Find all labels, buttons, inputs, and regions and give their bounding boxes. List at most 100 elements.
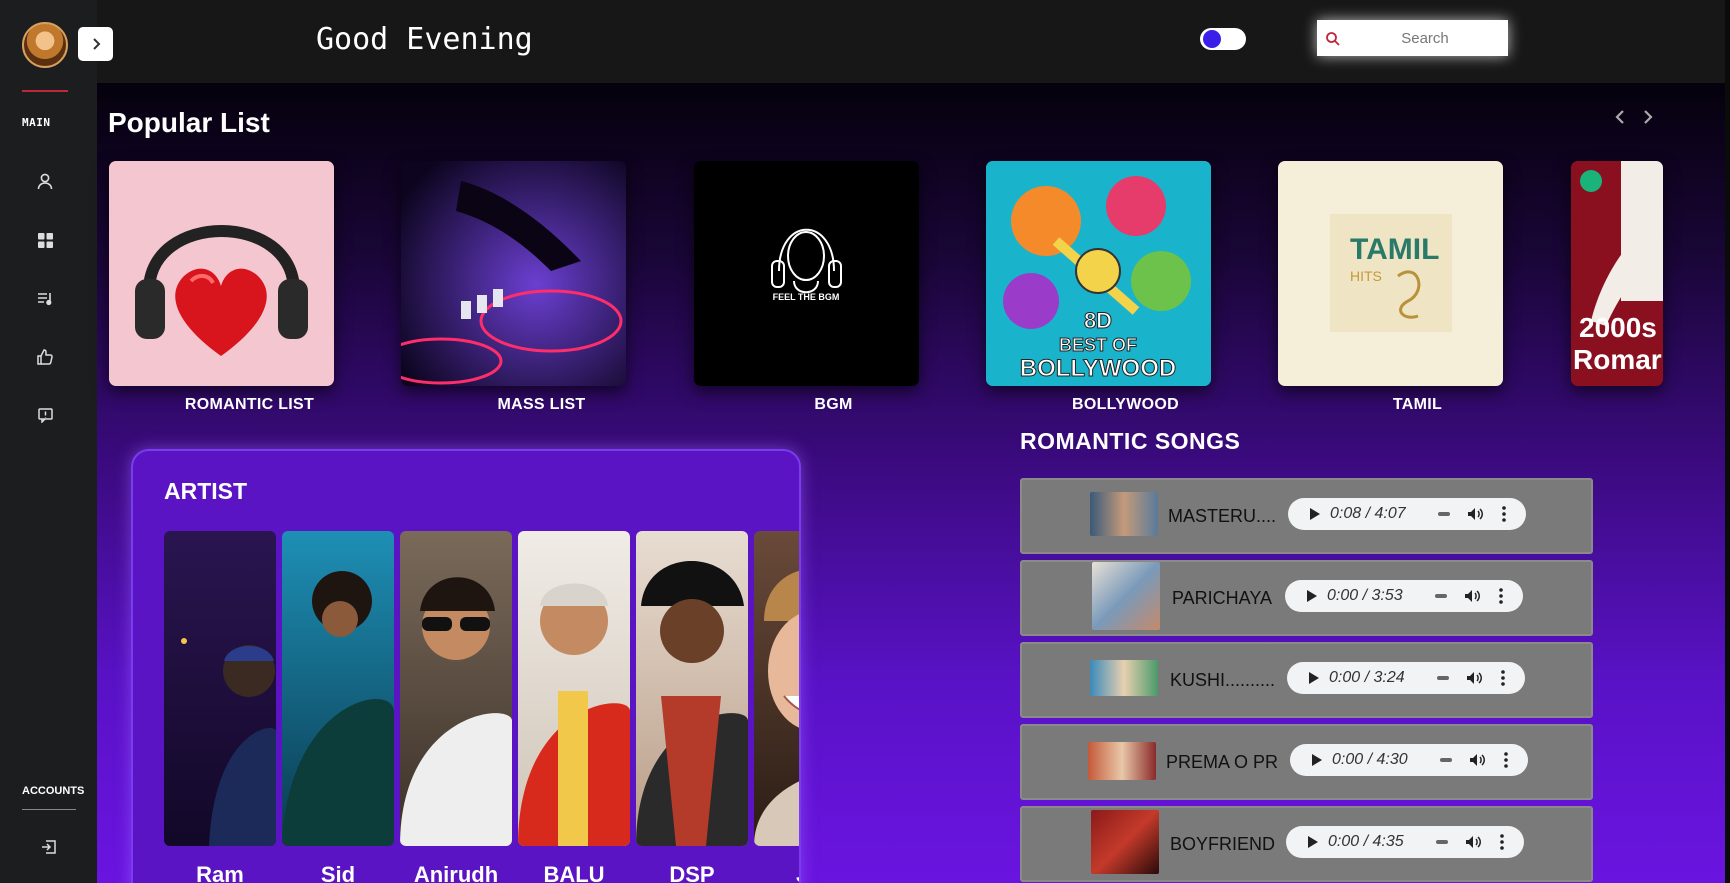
- seek-slider[interactable]: [1437, 676, 1449, 680]
- bgm-art-text: FEEL THE BGM: [773, 292, 840, 302]
- tamil-art-title: TAMIL: [1350, 233, 1439, 266]
- bollywood-art-title: BOLLYWOOD: [1020, 355, 1176, 382]
- seek-slider[interactable]: [1438, 512, 1450, 516]
- playlist-label-mass: MASS LIST: [497, 396, 586, 413]
- song-row[interactable]: BOYFRIEND 0:00 / 4:35: [1020, 806, 1593, 882]
- carousel-next-button[interactable]: [1642, 109, 1660, 129]
- sidebar-main-label: MAIN: [22, 116, 51, 129]
- playlist-card-2000s-romance[interactable]: 2000s Romar: [1571, 161, 1663, 386]
- romantic-songs-title: ROMANTIC SONGS: [1020, 428, 1241, 454]
- song-thumbnail: [1092, 562, 1160, 630]
- chevron-left-icon: [1615, 110, 1624, 124]
- avatar-divider: [22, 90, 68, 92]
- play-icon[interactable]: [1299, 671, 1329, 685]
- artist-photo-ram: [164, 531, 276, 846]
- artist-card-sid[interactable]: Sid: [282, 531, 394, 883]
- seek-slider[interactable]: [1436, 840, 1448, 844]
- more-options-icon[interactable]: [1500, 752, 1512, 768]
- song-thumbnail: [1088, 742, 1156, 780]
- playlist-label-tamil: TAMIL: [1392, 396, 1443, 413]
- bollywood-cover: 8D BEST OF BOLLYWOOD: [986, 161, 1211, 386]
- avatar[interactable]: [22, 22, 68, 68]
- tamil-art-subtitle: HITS: [1350, 268, 1382, 284]
- artist-photo-balu: [518, 531, 630, 846]
- seek-slider[interactable]: [1440, 758, 1452, 762]
- grid-icon[interactable]: [36, 231, 54, 249]
- song-title: PREMA O PR: [1166, 752, 1279, 772]
- playlist-card-bollywood[interactable]: 8D BEST OF BOLLYWOOD: [986, 161, 1211, 386]
- bollywood-art-best-of: BEST OF: [1059, 335, 1137, 355]
- playlist-card-bgm[interactable]: FEEL THE BGM: [694, 161, 919, 386]
- artist-card-ram[interactable]: Ram: [164, 531, 276, 883]
- play-icon[interactable]: [1302, 753, 1332, 767]
- artist-card-anirudh[interactable]: Anirudh: [400, 531, 512, 883]
- artist-panel: ARTIST Ram Sid Anirudh BALU DSP: [131, 449, 801, 883]
- logout-icon[interactable]: [39, 838, 57, 856]
- song-row[interactable]: PARICHAYA 0:00 / 3:53: [1020, 560, 1593, 636]
- tamil-cover: TAMIL HITS: [1330, 214, 1452, 332]
- more-options-icon[interactable]: [1495, 588, 1507, 604]
- chevron-right-icon: [1644, 110, 1653, 124]
- song-row[interactable]: PREMA O PR 0:00 / 4:30: [1020, 724, 1593, 800]
- song-title: PARICHAYA: [1172, 588, 1273, 608]
- audio-player[interactable]: 0:00 / 4:35: [1286, 826, 1524, 858]
- song-time: 0:00 / 4:35: [1328, 833, 1404, 850]
- artist-card-dsp[interactable]: DSP: [636, 531, 748, 883]
- playlist-label-bollywood: BOLLYWOOD: [1072, 396, 1179, 413]
- thumbs-up-icon[interactable]: [36, 348, 54, 366]
- carousel-prev-button[interactable]: [1614, 109, 1632, 129]
- artist-name: Sid: [320, 862, 356, 883]
- scrollbar[interactable]: [1725, 0, 1730, 883]
- play-icon[interactable]: [1297, 589, 1327, 603]
- song-row[interactable]: KUSHI.......... 0:00 / 3:24: [1020, 642, 1593, 718]
- artist-card-balu[interactable]: BALU: [518, 531, 630, 883]
- artist-name: Anirudh: [413, 862, 499, 883]
- mass-list-cover: [401, 161, 626, 386]
- volume-icon[interactable]: [1466, 507, 1484, 521]
- volume-icon[interactable]: [1465, 671, 1483, 685]
- audio-player[interactable]: 0:00 / 3:53: [1285, 580, 1523, 612]
- song-thumbnail: [1090, 492, 1158, 536]
- accounts-divider: [22, 809, 76, 810]
- message-icon[interactable]: [36, 406, 54, 424]
- search-box: [1317, 20, 1508, 56]
- artist-name: BALU: [543, 862, 605, 883]
- romance-art-text-2: Romar: [1573, 344, 1662, 375]
- playlist-card-tamil[interactable]: TAMIL HITS: [1278, 161, 1503, 386]
- audio-player[interactable]: 0:00 / 4:30: [1290, 744, 1528, 776]
- play-icon[interactable]: [1298, 835, 1328, 849]
- song-row[interactable]: MASTERU.... 0:08 / 4:07: [1020, 478, 1593, 554]
- song-time: 0:00 / 3:53: [1327, 587, 1403, 604]
- more-options-icon[interactable]: [1498, 506, 1510, 522]
- user-icon[interactable]: [36, 172, 54, 190]
- greeting-title: Good Evening: [316, 22, 533, 57]
- volume-icon[interactable]: [1464, 835, 1482, 849]
- sidebar: MAIN ACCOUNTS: [0, 0, 97, 883]
- song-title: KUSHI..........: [1170, 670, 1276, 690]
- volume-icon[interactable]: [1468, 753, 1486, 767]
- romantic-list-cover: [135, 225, 308, 356]
- search-input[interactable]: [1345, 20, 1505, 56]
- volume-icon[interactable]: [1463, 589, 1481, 603]
- toggle-knob: [1203, 30, 1221, 48]
- audio-player[interactable]: 0:08 / 4:07: [1288, 498, 1526, 530]
- more-options-icon[interactable]: [1497, 670, 1509, 686]
- playlist-card-romantic[interactable]: [109, 161, 334, 386]
- more-options-icon[interactable]: [1496, 834, 1508, 850]
- play-icon[interactable]: [1300, 507, 1330, 521]
- seek-slider[interactable]: [1435, 594, 1447, 598]
- song-time: 0:08 / 4:07: [1330, 505, 1406, 522]
- artist-photo-anirudh: [400, 531, 512, 846]
- song-time: 0:00 / 3:24: [1329, 669, 1405, 686]
- artist-section-title: ARTIST: [164, 478, 248, 504]
- sidebar-expand-button[interactable]: [78, 27, 113, 61]
- audio-player[interactable]: 0:00 / 3:24: [1287, 662, 1525, 694]
- theme-toggle[interactable]: [1200, 28, 1246, 50]
- song-time: 0:00 / 4:30: [1332, 751, 1408, 768]
- playlist-label-bgm: BGM: [814, 396, 853, 413]
- playlist-icon[interactable]: [36, 289, 54, 307]
- artist-card-jb[interactable]: JB: [754, 531, 799, 883]
- song-title: MASTERU....: [1168, 506, 1277, 526]
- playlist-card-mass[interactable]: [401, 161, 626, 386]
- artist-name: Ram: [196, 862, 244, 883]
